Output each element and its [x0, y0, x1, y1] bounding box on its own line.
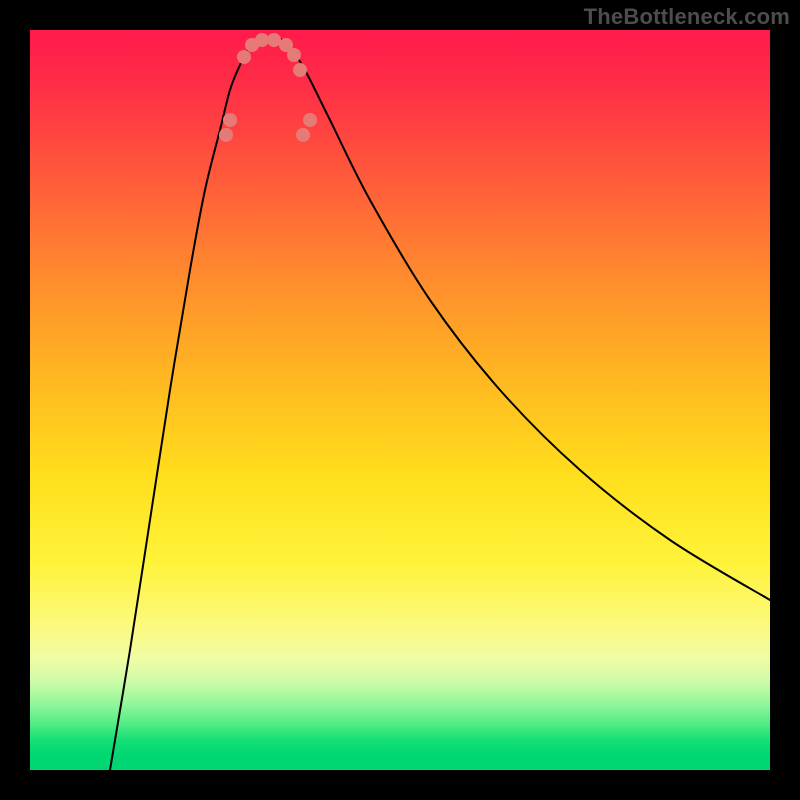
- series-curve-left: [110, 50, 248, 770]
- watermark-text: TheBottleneck.com: [584, 4, 790, 30]
- marker-point: [303, 113, 317, 127]
- marker-point: [296, 128, 310, 142]
- chart-svg: [30, 30, 770, 770]
- marker-point: [223, 113, 237, 127]
- marker-point: [255, 33, 269, 47]
- series-curve-right: [292, 50, 770, 600]
- series-layer: [110, 38, 770, 770]
- marker-point: [287, 48, 301, 62]
- plot-area: [30, 30, 770, 770]
- chart-frame: TheBottleneck.com: [0, 0, 800, 800]
- marker-layer: [219, 33, 317, 142]
- marker-point: [237, 50, 251, 64]
- marker-point: [219, 128, 233, 142]
- marker-point: [293, 63, 307, 77]
- marker-point: [267, 33, 281, 47]
